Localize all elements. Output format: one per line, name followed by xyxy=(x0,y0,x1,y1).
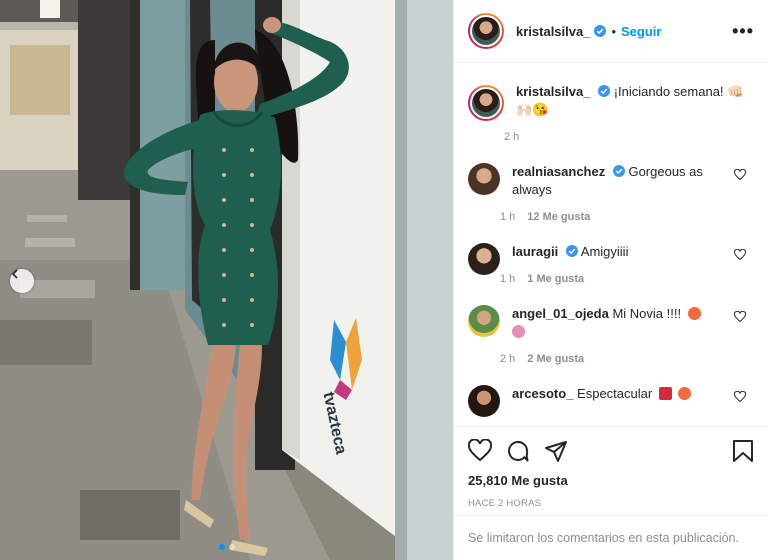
follow-button[interactable]: Seguir xyxy=(621,24,661,39)
author-avatar[interactable] xyxy=(468,13,504,49)
comment-text: Espectacular xyxy=(577,386,653,401)
verified-icon xyxy=(612,165,625,177)
comment-time: 1 h xyxy=(500,211,516,223)
heart-icon xyxy=(468,439,492,462)
photo-scene: tvazteca xyxy=(0,0,453,560)
caption-username[interactable]: kristalsilva_ xyxy=(516,84,590,99)
carousel-prev-button[interactable] xyxy=(10,269,34,293)
comment-item: realniasanchez Gorgeous as always 1 h 12 … xyxy=(468,163,754,223)
comment-meta: 1 h 1 Me gusta xyxy=(500,273,722,285)
comment-username[interactable]: realniasanchez xyxy=(512,164,605,179)
heart-eyes-emoji xyxy=(678,387,692,400)
author-username[interactable]: kristalsilva_ xyxy=(516,24,590,39)
caption-time: 2 h xyxy=(504,131,520,143)
comment-likes[interactable]: 2 Me gusta xyxy=(527,353,584,365)
comment-likes[interactable]: 12 Me gusta xyxy=(527,211,590,223)
chevron-left-icon xyxy=(11,269,18,279)
post-photo[interactable]: tvazteca xyxy=(0,0,453,560)
caption-meta: 2 h xyxy=(504,131,761,143)
comment-item: angel_01_ojeda Mi Novia !!!! 2 h 2 Me gus… xyxy=(468,305,754,365)
post-actions: 25,810 Me gusta HACE 2 HORAS xyxy=(454,427,768,509)
commenter-avatar[interactable] xyxy=(468,243,500,275)
carousel-dot xyxy=(228,544,235,550)
post-header: kristalsilva_ • Seguir ••• xyxy=(454,0,768,63)
commenter-avatar[interactable] xyxy=(468,163,500,195)
commenter-avatar[interactable] xyxy=(468,305,500,337)
comment-item: arcesoto_ Espectacular xyxy=(468,385,754,417)
comments-limited-notice: Se limitaron los comentarios en esta pub… xyxy=(454,515,768,560)
more-options-button[interactable]: ••• xyxy=(732,22,754,40)
bookmark-icon xyxy=(733,440,753,462)
comment-meta: 2 h 2 Me gusta xyxy=(500,353,722,365)
carousel-indicator xyxy=(0,544,453,550)
heart-icon[interactable] xyxy=(734,249,746,261)
post-caption: kristalsilva_ ¡Iniciando semana! 👊🏻 🙌🏻😘 … xyxy=(468,83,754,143)
comment-text: Amigyiiii xyxy=(580,244,629,259)
comment-text: Mi Novia !!!! xyxy=(612,306,682,321)
comment-username[interactable]: lauragii xyxy=(512,244,558,259)
heart-emoji xyxy=(658,387,672,400)
verified-icon xyxy=(565,245,578,257)
separator-dot: • xyxy=(611,23,617,39)
post-side-panel: kristalsilva_ • Seguir ••• kristalsilva_… xyxy=(453,0,768,560)
comment-item: lauragii Amigyiiii 1 h 1 Me gusta xyxy=(468,243,754,285)
comment-icon xyxy=(508,441,529,462)
comment-button[interactable] xyxy=(506,439,530,463)
commenter-avatar[interactable] xyxy=(468,385,500,417)
comment-likes[interactable]: 1 Me gusta xyxy=(527,273,584,285)
comment-username[interactable]: angel_01_ojeda xyxy=(512,306,609,321)
heart-icon[interactable] xyxy=(734,311,746,323)
comment-username[interactable]: arcesoto_ xyxy=(512,386,573,401)
verified-icon xyxy=(594,25,607,37)
comment-time: 1 h xyxy=(500,273,516,285)
like-button[interactable] xyxy=(468,439,492,463)
share-button[interactable] xyxy=(544,439,568,463)
heart-eyes-emoji xyxy=(687,307,701,320)
share-icon xyxy=(545,441,567,462)
verified-icon xyxy=(598,85,611,97)
action-bar xyxy=(468,437,754,465)
save-button[interactable] xyxy=(732,439,754,463)
comment-meta: 1 h 12 Me gusta xyxy=(500,211,722,223)
post-timestamp: HACE 2 HORAS xyxy=(468,498,542,509)
comments-list: kristalsilva_ ¡Iniciando semana! 👊🏻 🙌🏻😘 … xyxy=(454,63,768,427)
heart-icon[interactable] xyxy=(734,391,746,403)
comment-time: 2 h xyxy=(500,353,516,365)
likes-count[interactable]: 25,810 Me gusta xyxy=(468,473,754,488)
heart-icon[interactable] xyxy=(734,169,746,181)
author-avatar[interactable] xyxy=(468,85,504,121)
carousel-dot xyxy=(218,544,225,550)
tulip-emoji xyxy=(512,325,525,338)
